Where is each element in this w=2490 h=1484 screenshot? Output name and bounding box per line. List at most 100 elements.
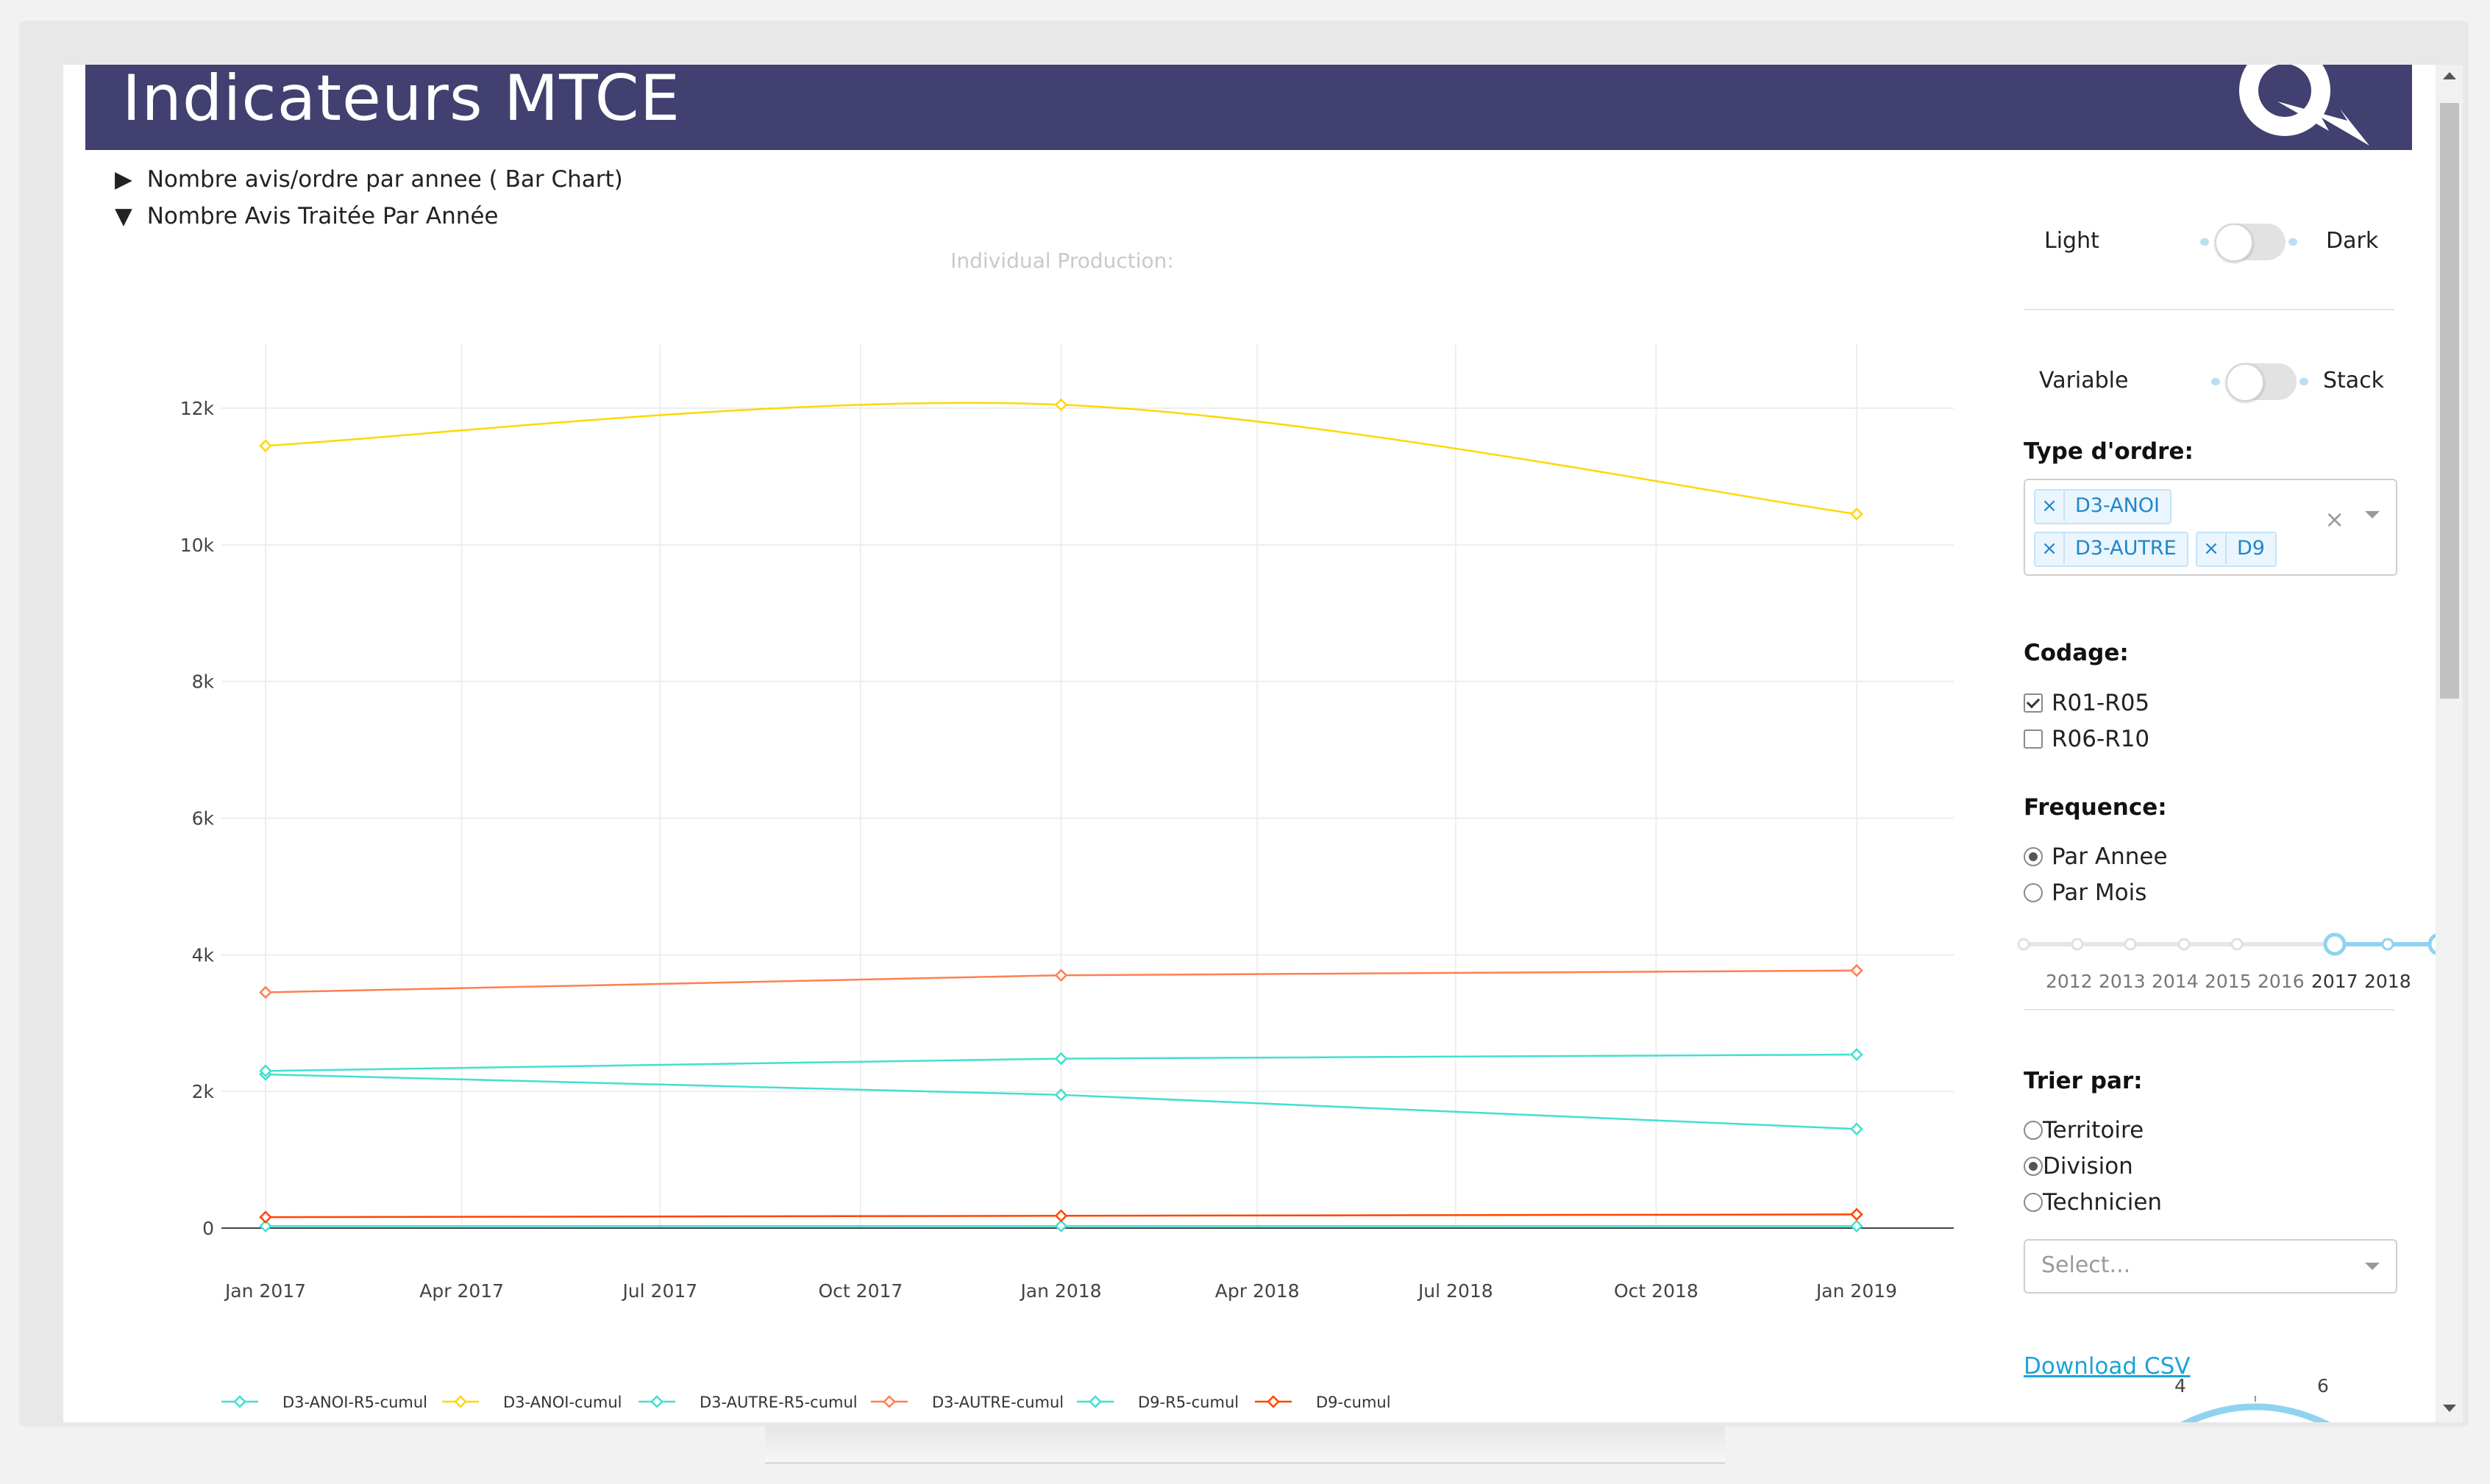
x-tick-label: Jul 2018 [1417,1280,1493,1302]
slider-tick-2013: 2013 [2099,971,2146,992]
divider [2024,309,2394,310]
legend-label: D9-cumul [1316,1394,1391,1411]
x-tick-label: Apr 2018 [1215,1280,1300,1302]
dropdown-arrow-icon[interactable] [2365,1263,2380,1270]
screen: Indicateurs MTCE ▶ Nombre avis/ordre par… [63,65,2463,1422]
download-csv-link[interactable]: Download CSV [2024,1353,2190,1380]
data-point[interactable] [1054,1052,1068,1066]
divider [2024,1009,2394,1010]
remove-tag-icon[interactable]: × [2197,533,2227,564]
toggle-knob[interactable] [2226,363,2264,402]
data-point[interactable] [1850,1207,1863,1221]
checkbox-r06-r10[interactable] [2024,729,2043,749]
gauge-label-6: 6 [2317,1375,2329,1396]
gauge [2180,1396,2331,1422]
data-point[interactable] [1054,968,1068,982]
x-tick-label: Jul 2017 [621,1280,697,1302]
chart-title: Individual Production: [950,249,1174,273]
legend-item[interactable]: D3-ANOI-cumul [442,1394,622,1411]
option-territoire: Territoire [2043,1117,2144,1144]
legend-label: D3-AUTRE-R5-cumul [700,1394,858,1411]
slider-tick-2012: 2012 [2046,971,2093,992]
legend-item[interactable]: D9-cumul [1255,1394,1391,1411]
line-chart[interactable]: Individual Production: 0 2k 4k 6k 8k 10k 12k J… [63,65,2005,1422]
radio-technicien-btn[interactable] [2024,1193,2043,1212]
legend-label: D9-R5-cumul [1138,1394,1239,1411]
x-tick-label: Apr 2017 [419,1280,504,1302]
data-point[interactable] [259,985,272,999]
legend-label: D3-AUTRE-cumul [932,1394,1064,1411]
monitor-stand [765,1427,1725,1464]
dark-label: Dark [2326,228,2379,254]
data-point[interactable] [1054,1219,1068,1232]
tag-d3-anoi: × D3-ANOI [2034,489,2172,524]
select-placeholder: Select... [2041,1252,2131,1278]
legend-marker [454,1395,467,1408]
data-point[interactable] [1850,1048,1863,1061]
scroll-down-icon[interactable] [2443,1405,2456,1412]
theme-toggle[interactable] [2200,224,2297,262]
x-axis: Jan 2017 Apr 2017 Jul 2017 Oct 2017 Jan 2018… [224,1280,1897,1302]
y-axis: 0 2k 4k 6k 8k 10k 12k [180,398,215,1239]
y-tick-label: 12k [180,398,215,419]
remove-tag-icon[interactable]: × [2035,490,2065,521]
option-par-mois: Par Mois [2052,880,2147,906]
legend-item[interactable]: D3-AUTRE-cumul [871,1394,1064,1411]
monitor-frame: Indicateurs MTCE ▶ Nombre avis/ordre par… [19,21,2469,1427]
year-range-slider[interactable] [2005,929,2432,958]
radio-territoire[interactable] [2024,1121,2043,1140]
checkbox-r01-r05[interactable] [2024,693,2043,713]
light-label: Light [2044,228,2099,254]
x-tick-label: Oct 2017 [819,1280,903,1302]
toggle-knob[interactable] [2215,224,2253,262]
option-r01-r05: R01-R05 [2052,690,2150,716]
scroll-up-icon[interactable] [2443,72,2456,79]
slider-tick-2014: 2014 [2152,971,2199,992]
legend-item[interactable]: D3-AUTRE-R5-cumul [638,1394,858,1411]
option-par-annee: Par Annee [2052,843,2168,870]
frequence-label: Frequence: [2024,794,2167,821]
slider-tick-2018: 2018 [2364,971,2411,992]
gauge-label-4: 4 [2174,1375,2186,1396]
scrollbar[interactable] [2436,65,2463,1422]
legend-item[interactable]: D3-ANOI-R5-cumul [221,1394,427,1411]
slider-handle-start [2323,932,2347,956]
dropdown-arrow-icon[interactable] [2365,511,2380,518]
legend-label: D3-ANOI-cumul [503,1394,622,1411]
trier-par-select[interactable]: Select... [2024,1239,2397,1294]
data-point[interactable] [1850,963,1863,977]
x-tick-label: Jan 2017 [224,1280,306,1302]
x-tick-label: Oct 2018 [1614,1280,1698,1302]
codage-label: Codage: [2024,640,2129,666]
type-ordre-multiselect[interactable]: × D3-ANOI × D3-AUTRE × D9 × [2024,479,2397,576]
y-tick-label: 10k [180,535,215,556]
legend-label: D3-ANOI-R5-cumul [282,1394,427,1411]
data-point[interactable] [259,439,272,452]
remove-tag-icon[interactable]: × [2035,533,2065,564]
data-point[interactable] [1850,507,1863,521]
radio-division[interactable] [2024,1157,2043,1176]
slider-tick-2017: 2017 [2311,971,2358,992]
scroll-thumb[interactable] [2440,103,2459,699]
data-point[interactable] [1054,1209,1068,1223]
y-tick-label: 0 [202,1218,214,1239]
x-tick-label: Jan 2018 [1019,1280,1101,1302]
data-point[interactable] [1850,1122,1863,1136]
stack-toggle[interactable] [2211,363,2308,402]
option-division: Division [2043,1153,2133,1180]
y-tick-label: 8k [192,671,215,693]
legend-item[interactable]: D9-R5-cumul [1077,1394,1239,1411]
tag-d9: × D9 [2196,532,2277,567]
legend-marker [883,1395,896,1408]
tag-d3-autre: × D3-AUTRE [2034,532,2188,567]
x-tick-label: Jan 2019 [1815,1280,1897,1302]
legend-marker [233,1395,246,1408]
data-point[interactable] [259,1210,272,1224]
trier-par-label: Trier par: [2024,1068,2143,1094]
data-point[interactable] [1850,1219,1863,1232]
radio-par-mois[interactable] [2024,883,2043,902]
radio-par-annee[interactable] [2024,847,2043,866]
legend-marker [1089,1395,1102,1408]
clear-all-icon[interactable]: × [2324,505,2344,533]
legend[interactable]: D3-ANOI-R5-cumul D3-ANOI-cumul D3-AUTRE-R5… [221,1394,1391,1411]
